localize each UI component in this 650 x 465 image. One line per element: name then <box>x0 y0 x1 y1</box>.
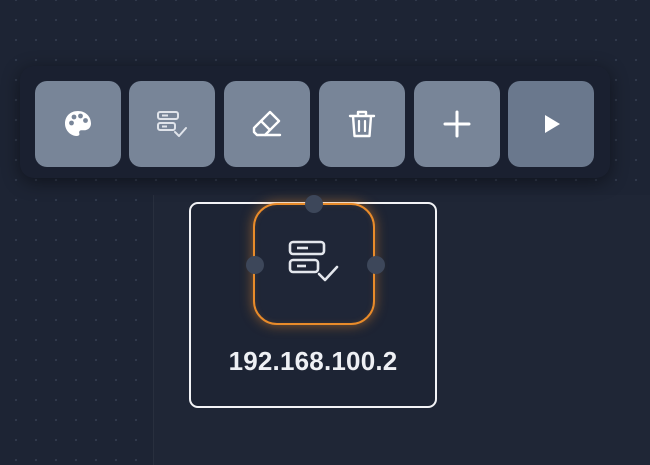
color-button[interactable] <box>35 81 121 167</box>
play-icon <box>534 107 568 141</box>
node-handle-left[interactable] <box>246 256 264 274</box>
node-icon-box[interactable] <box>253 203 375 325</box>
plus-icon <box>440 107 474 141</box>
edit-button[interactable] <box>224 81 310 167</box>
trash-icon <box>345 107 379 141</box>
server-check-icon <box>286 236 342 293</box>
palette-icon <box>61 107 95 141</box>
node-label: 192.168.100.2 <box>228 346 398 376</box>
add-button[interactable] <box>414 81 500 167</box>
rules-button[interactable] <box>129 81 215 167</box>
delete-button[interactable] <box>319 81 405 167</box>
run-button[interactable] <box>508 81 594 167</box>
node-handle-right[interactable] <box>367 256 385 274</box>
server-check-icon <box>154 107 190 141</box>
node-handle-top[interactable] <box>305 195 323 213</box>
eraser-icon <box>250 107 284 141</box>
panel-divider <box>153 195 154 465</box>
